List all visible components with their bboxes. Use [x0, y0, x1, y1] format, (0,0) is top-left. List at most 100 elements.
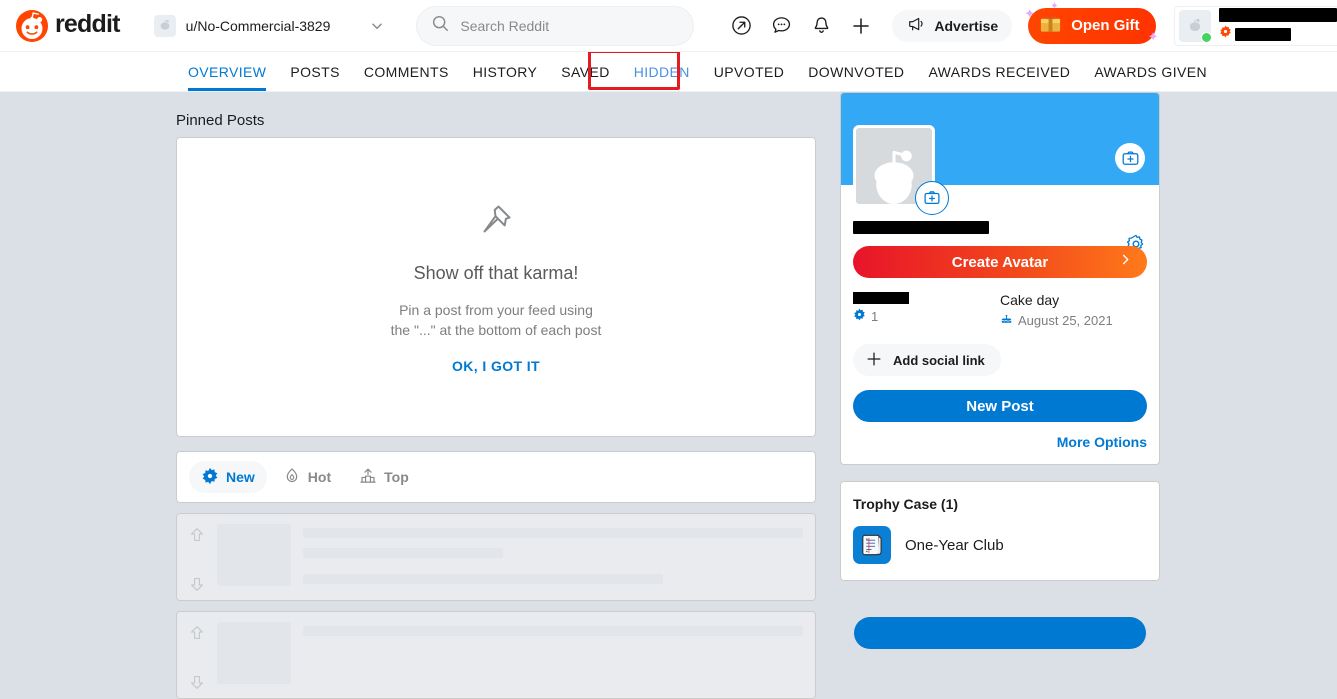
search-icon: [431, 14, 450, 38]
tab-upvoted[interactable]: UPVOTED: [702, 52, 796, 91]
pinned-empty-line2: the "..." at the bottom of each post: [391, 322, 602, 338]
tab-overview[interactable]: OVERVIEW: [176, 52, 278, 91]
sidebar-column: Create Avatar 1: [840, 92, 1160, 581]
tab-downvoted[interactable]: DOWNVOTED: [796, 52, 916, 91]
podium-chart-icon: [359, 467, 377, 488]
post-skeleton-line: [303, 528, 803, 538]
downvote-arrow-icon[interactable]: [188, 673, 206, 696]
open-gift-button[interactable]: ✦ ✦ ✦ Open Gift: [1028, 8, 1155, 44]
profile-avatar-wrapper: [853, 125, 935, 207]
chevron-right-icon: [1118, 252, 1133, 272]
pinned-empty-line1: Pin a post from your feed using: [399, 302, 593, 318]
tab-posts[interactable]: POSTS: [278, 52, 351, 91]
tab-history[interactable]: HISTORY: [461, 52, 550, 91]
profile-tab-navigation: OVERVIEW POSTS COMMENTS HISTORY SAVED HI…: [0, 52, 1337, 92]
profile-username-redacted: [853, 221, 989, 234]
karma-label-redacted: [853, 292, 909, 304]
karma-value-row: 1: [853, 308, 1000, 324]
reddit-home-link[interactable]: reddit: [12, 10, 120, 42]
chat-icon[interactable]: [764, 9, 798, 43]
create-avatar-button[interactable]: Create Avatar: [853, 246, 1147, 278]
tab-saved[interactable]: SAVED: [549, 52, 621, 91]
add-social-link-label: Add social link: [893, 353, 985, 368]
pinned-empty-dismiss-button[interactable]: OK, I GOT IT: [452, 358, 540, 374]
sidebar-bottom-button[interactable]: [854, 617, 1146, 649]
sparkle-icon: ✦: [1024, 6, 1035, 22]
notifications-icon[interactable]: [804, 9, 838, 43]
account-menu-button[interactable]: [1174, 6, 1337, 46]
profile-card: Create Avatar 1: [840, 92, 1160, 465]
online-status-dot: [1201, 32, 1212, 43]
flame-icon: [283, 467, 301, 488]
sort-hot-button[interactable]: Hot: [271, 461, 343, 493]
open-gift-label: Open Gift: [1071, 17, 1139, 34]
post-skeleton-placeholder: [176, 611, 816, 699]
pinned-empty-description: Pin a post from your feed using the "...…: [391, 300, 602, 341]
reddit-wordmark: reddit: [55, 12, 120, 40]
profile-card-body: Create Avatar 1: [841, 221, 1159, 464]
karma-stat: 1: [853, 292, 1000, 328]
top-navigation-bar: reddit u/No-Commercial-3829 Search Reddi…: [0, 0, 1337, 52]
tab-hidden[interactable]: HIDDEN: [622, 52, 702, 91]
pinned-empty-title: Show off that karma!: [414, 263, 579, 284]
new-post-button[interactable]: New Post: [853, 390, 1147, 422]
user-switcher-dropdown[interactable]: u/No-Commercial-3829: [146, 8, 395, 44]
vote-column: [177, 514, 217, 600]
reddit-logo-icon: [16, 10, 48, 42]
header-icon-group: [724, 9, 878, 43]
plus-icon: [865, 350, 883, 371]
trophy-list-item[interactable]: One-Year Club: [853, 526, 1147, 564]
cake-icon: [1000, 312, 1013, 328]
popular-icon[interactable]: [724, 9, 758, 43]
advertise-label: Advertise: [934, 18, 998, 34]
search-input[interactable]: Search Reddit: [416, 6, 694, 46]
scroll-trophy-icon: [853, 526, 891, 564]
post-skeleton-body: [217, 612, 815, 698]
tab-awards-received[interactable]: AWARDS RECEIVED: [916, 52, 1082, 91]
main-column: Pinned Posts Show off that karma! Pin a …: [176, 92, 816, 699]
trophy-case-card: Trophy Case (1) One-Year Club: [840, 481, 1160, 581]
sort-new-label: New: [226, 469, 255, 485]
vote-column: [177, 612, 217, 698]
sort-new-button[interactable]: New: [189, 461, 267, 493]
upvote-arrow-icon[interactable]: [188, 526, 206, 549]
profile-stats: 1 Cake day August 25, 2021: [853, 292, 1147, 328]
trophy-name: One-Year Club: [905, 537, 1004, 554]
advertise-button[interactable]: Advertise: [892, 10, 1012, 42]
avatar: [1179, 10, 1211, 42]
post-skeleton-lines: [303, 622, 803, 688]
search-placeholder: Search Reddit: [460, 18, 549, 34]
more-options-link[interactable]: More Options: [853, 434, 1147, 450]
post-skeleton-lines: [303, 524, 803, 590]
post-skeleton-thumbnail: [217, 524, 291, 586]
post-sort-bar: New Hot Top: [176, 451, 816, 503]
avatar-camera-plus-icon[interactable]: [915, 181, 949, 215]
sort-top-label: Top: [384, 469, 409, 485]
post-skeleton-placeholder: [176, 513, 816, 601]
upvote-arrow-icon[interactable]: [188, 624, 206, 647]
karma-starburst-icon: [1219, 25, 1232, 43]
chevron-down-icon: [368, 17, 386, 35]
profile-banner: [841, 93, 1159, 185]
cake-day-value: August 25, 2021: [1018, 313, 1113, 328]
cake-day-label: Cake day: [1000, 292, 1147, 308]
trophy-case-title: Trophy Case (1): [853, 496, 1147, 512]
post-skeleton-line: [303, 548, 503, 558]
downvote-arrow-icon[interactable]: [188, 575, 206, 598]
sort-hot-label: Hot: [308, 469, 331, 485]
banner-camera-plus-icon[interactable]: [1115, 143, 1145, 173]
user-switcher-label: u/No-Commercial-3829: [186, 18, 331, 34]
create-post-icon[interactable]: [844, 9, 878, 43]
sort-top-button[interactable]: Top: [347, 461, 421, 493]
tab-awards-given[interactable]: AWARDS GIVEN: [1082, 52, 1219, 91]
add-social-link-button[interactable]: Add social link: [853, 344, 1001, 376]
account-karma-redacted: [1235, 28, 1291, 41]
post-skeleton-body: [217, 514, 815, 600]
create-avatar-label: Create Avatar: [952, 254, 1048, 271]
account-info: [1219, 8, 1337, 43]
cake-day-stat: Cake day August 25, 2021: [1000, 292, 1147, 328]
post-skeleton-line: [303, 574, 663, 584]
karma-starburst-icon: [853, 308, 866, 324]
pinned-posts-empty-card: Show off that karma! Pin a post from you…: [176, 137, 816, 437]
tab-comments[interactable]: COMMENTS: [352, 52, 461, 91]
